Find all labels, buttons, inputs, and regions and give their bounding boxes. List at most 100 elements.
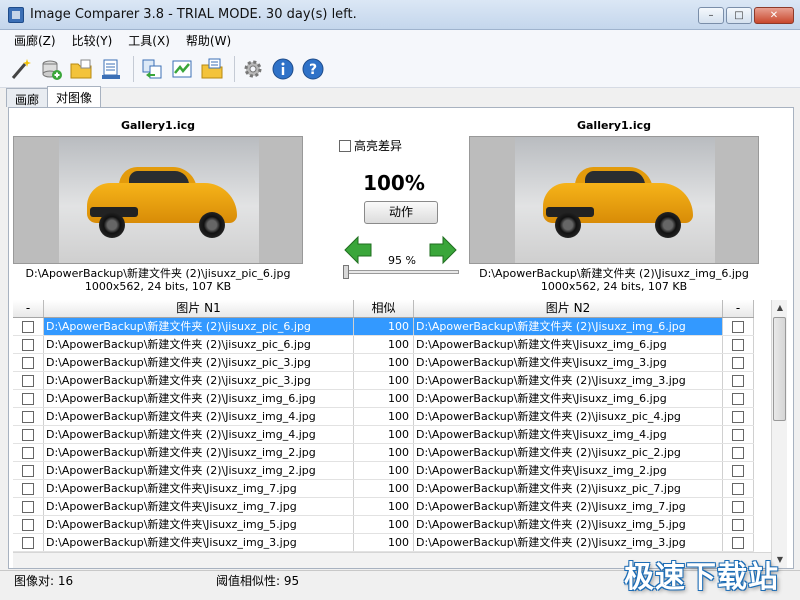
- image-n2-cell[interactable]: D:\ApowerBackup\新建文件夹 (2)\Jisuxz_img_5.j…: [414, 516, 723, 533]
- image-n2-cell[interactable]: D:\ApowerBackup\新建文件夹 (2)\jisuxz_pic_4.j…: [414, 408, 723, 425]
- row-left-checkbox[interactable]: [22, 374, 34, 387]
- table-row[interactable]: D:\ApowerBackup\新建文件夹 (2)\Jisuxz_img_6.j…: [13, 390, 754, 408]
- similarity-cell[interactable]: 100: [354, 498, 414, 515]
- image-n1-cell[interactable]: D:\ApowerBackup\新建文件夹\Jisuxz_img_7.jpg: [44, 498, 354, 515]
- settings-icon[interactable]: [240, 56, 266, 82]
- info-icon[interactable]: [270, 56, 296, 82]
- threshold-slider-thumb[interactable]: [343, 265, 349, 279]
- row-right-checkbox[interactable]: [732, 446, 744, 459]
- row-right-checkbox[interactable]: [732, 500, 744, 513]
- table-row[interactable]: D:\ApowerBackup\新建文件夹\Jisuxz_img_7.jpg 10…: [13, 480, 754, 498]
- menu-gallery[interactable]: 画廊(Z): [6, 32, 64, 49]
- image-n2-cell[interactable]: D:\ApowerBackup\新建文件夹\Jisuxz_img_6.jpg: [414, 336, 723, 353]
- similarity-cell[interactable]: 100: [354, 480, 414, 497]
- similarity-cell[interactable]: 100: [354, 426, 414, 443]
- image-n1-cell[interactable]: D:\ApowerBackup\新建文件夹\Jisuxz_img_3.jpg: [44, 534, 354, 551]
- row-left-checkbox[interactable]: [22, 410, 34, 423]
- row-right-checkbox[interactable]: [732, 464, 744, 477]
- table-row[interactable]: D:\ApowerBackup\新建文件夹 (2)\jisuxz_pic_6.j…: [13, 318, 754, 336]
- sync-icon[interactable]: [169, 56, 195, 82]
- help-icon[interactable]: ?: [300, 56, 326, 82]
- image-n1-cell[interactable]: D:\ApowerBackup\新建文件夹 (2)\jisuxz_pic_3.j…: [44, 372, 354, 389]
- maximize-button[interactable]: □: [726, 7, 752, 24]
- menu-help[interactable]: 帮助(W): [178, 32, 239, 49]
- close-button[interactable]: ✕: [754, 7, 794, 24]
- table-row[interactable]: D:\ApowerBackup\新建文件夹 (2)\Jisuxz_img_4.j…: [13, 426, 754, 444]
- previous-pair-arrow-icon[interactable]: [344, 235, 372, 265]
- threshold-slider[interactable]: [343, 265, 459, 279]
- row-right-checkbox[interactable]: [732, 356, 744, 369]
- menu-tools[interactable]: 工具(X): [120, 32, 178, 49]
- action-button[interactable]: 动作: [364, 201, 438, 224]
- row-left-checkbox[interactable]: [22, 428, 34, 441]
- row-right-checkbox[interactable]: [732, 410, 744, 423]
- image-n2-cell[interactable]: D:\ApowerBackup\新建文件夹 (2)\Jisuxz_img_3.j…: [414, 372, 723, 389]
- vertical-scrollbar[interactable]: ▲ ▼: [771, 300, 787, 568]
- tab-gallery[interactable]: 画廊: [6, 88, 49, 107]
- tab-image-pairs[interactable]: 对图像: [47, 86, 102, 107]
- header-image-n2[interactable]: 图片 N2: [414, 300, 723, 317]
- row-left-checkbox[interactable]: [22, 338, 34, 351]
- row-left-checkbox[interactable]: [22, 518, 34, 531]
- table-row[interactable]: D:\ApowerBackup\新建文件夹\Jisuxz_img_7.jpg 10…: [13, 498, 754, 516]
- image-n2-cell[interactable]: D:\ApowerBackup\新建文件夹 (2)\Jisuxz_img_6.j…: [414, 318, 723, 335]
- row-left-checkbox[interactable]: [22, 464, 34, 477]
- row-right-checkbox[interactable]: [732, 428, 744, 441]
- right-image-preview[interactable]: [469, 136, 759, 264]
- table-row[interactable]: D:\ApowerBackup\新建文件夹 (2)\jisuxz_pic_3.j…: [13, 354, 754, 372]
- menu-compare[interactable]: 比较(Y): [64, 32, 121, 49]
- image-n2-cell[interactable]: D:\ApowerBackup\新建文件夹 (2)\Jisuxz_img_7.j…: [414, 498, 723, 515]
- row-right-checkbox[interactable]: [732, 374, 744, 387]
- similarity-cell[interactable]: 100: [354, 318, 414, 335]
- image-n2-cell[interactable]: D:\ApowerBackup\新建文件夹 (2)\Jisuxz_img_3.j…: [414, 534, 723, 551]
- image-n1-cell[interactable]: D:\ApowerBackup\新建文件夹 (2)\jisuxz_pic_6.j…: [44, 318, 354, 335]
- row-right-checkbox[interactable]: [732, 320, 744, 333]
- row-left-checkbox[interactable]: [22, 320, 34, 333]
- row-left-checkbox[interactable]: [22, 500, 34, 513]
- image-n1-cell[interactable]: D:\ApowerBackup\新建文件夹 (2)\Jisuxz_img_2.j…: [44, 462, 354, 479]
- row-left-checkbox[interactable]: [22, 392, 34, 405]
- similarity-cell[interactable]: 100: [354, 336, 414, 353]
- image-n1-cell[interactable]: D:\ApowerBackup\新建文件夹 (2)\jisuxz_pic_3.j…: [44, 354, 354, 371]
- add-gallery-icon[interactable]: [38, 56, 64, 82]
- table-row[interactable]: D:\ApowerBackup\新建文件夹\Jisuxz_img_5.jpg 10…: [13, 516, 754, 534]
- table-row[interactable]: D:\ApowerBackup\新建文件夹 (2)\jisuxz_pic_6.j…: [13, 336, 754, 354]
- image-n2-cell[interactable]: D:\ApowerBackup\新建文件夹 (2)\jisuxz_pic_7.j…: [414, 480, 723, 497]
- similarity-cell[interactable]: 100: [354, 534, 414, 551]
- image-n1-cell[interactable]: D:\ApowerBackup\新建文件夹 (2)\Jisuxz_img_4.j…: [44, 408, 354, 425]
- row-right-checkbox[interactable]: [732, 392, 744, 405]
- table-row[interactable]: D:\ApowerBackup\新建文件夹 (2)\Jisuxz_img_2.j…: [13, 444, 754, 462]
- row-left-checkbox[interactable]: [22, 356, 34, 369]
- image-n1-cell[interactable]: D:\ApowerBackup\新建文件夹 (2)\Jisuxz_img_2.j…: [44, 444, 354, 461]
- image-n1-cell[interactable]: D:\ApowerBackup\新建文件夹\Jisuxz_img_5.jpg: [44, 516, 354, 533]
- export-folder-icon[interactable]: [199, 56, 225, 82]
- header-check-right[interactable]: -: [723, 300, 754, 317]
- wand-icon[interactable]: [8, 56, 34, 82]
- header-image-n1[interactable]: 图片 N1: [44, 300, 354, 317]
- minimize-button[interactable]: –: [698, 7, 724, 24]
- row-right-checkbox[interactable]: [732, 536, 744, 549]
- scroll-up-icon[interactable]: ▲: [772, 300, 788, 316]
- image-n2-cell[interactable]: D:\ApowerBackup\新建文件夹\Jisuxz_img_6.jpg: [414, 390, 723, 407]
- open-folder-icon[interactable]: [68, 56, 94, 82]
- scan-icon[interactable]: [98, 56, 124, 82]
- similarity-cell[interactable]: 100: [354, 444, 414, 461]
- image-n2-cell[interactable]: D:\ApowerBackup\新建文件夹 (2)\jisuxz_pic_2.j…: [414, 444, 723, 461]
- row-right-checkbox[interactable]: [732, 338, 744, 351]
- similarity-cell[interactable]: 100: [354, 372, 414, 389]
- similarity-cell[interactable]: 100: [354, 354, 414, 371]
- image-n1-cell[interactable]: D:\ApowerBackup\新建文件夹 (2)\Jisuxz_img_4.j…: [44, 426, 354, 443]
- image-n2-cell[interactable]: D:\ApowerBackup\新建文件夹\Jisuxz_img_2.jpg: [414, 462, 723, 479]
- row-left-checkbox[interactable]: [22, 482, 34, 495]
- row-right-checkbox[interactable]: [732, 482, 744, 495]
- left-image-preview[interactable]: [13, 136, 303, 264]
- table-row[interactable]: D:\ApowerBackup\新建文件夹\Jisuxz_img_3.jpg 10…: [13, 534, 754, 552]
- image-n1-cell[interactable]: D:\ApowerBackup\新建文件夹 (2)\jisuxz_pic_6.j…: [44, 336, 354, 353]
- similarity-cell[interactable]: 100: [354, 390, 414, 407]
- header-check-left[interactable]: -: [13, 300, 44, 317]
- image-n2-cell[interactable]: D:\ApowerBackup\新建文件夹\Jisuxz_img_4.jpg: [414, 426, 723, 443]
- image-n1-cell[interactable]: D:\ApowerBackup\新建文件夹 (2)\Jisuxz_img_6.j…: [44, 390, 354, 407]
- image-n1-cell[interactable]: D:\ApowerBackup\新建文件夹\Jisuxz_img_7.jpg: [44, 480, 354, 497]
- header-similarity[interactable]: 相似: [354, 300, 414, 317]
- highlight-diff-checkbox[interactable]: [339, 139, 351, 152]
